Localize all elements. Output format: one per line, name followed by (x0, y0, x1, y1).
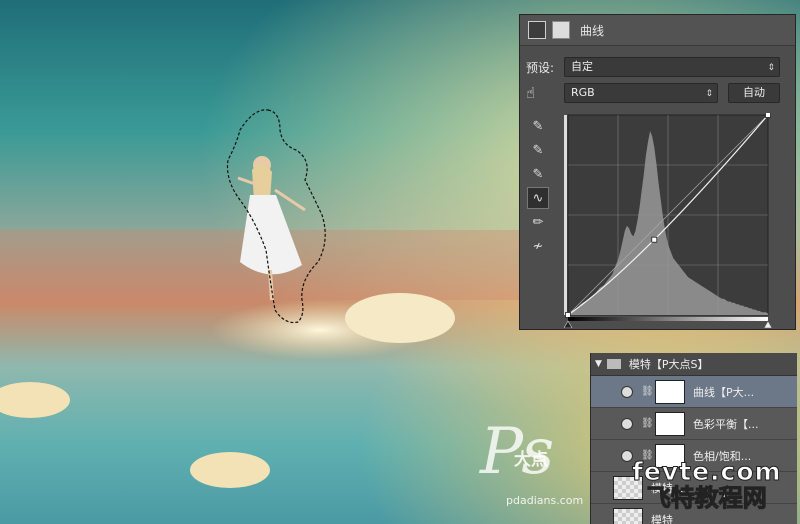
layer-group-row[interactable]: ▼ 模特【P大点S】 (591, 353, 797, 376)
logo-url: pdadians.com (506, 494, 584, 507)
site-watermark: fevte.com 飞特教程网 (632, 457, 782, 513)
layer-mask-thumbnail[interactable] (655, 411, 685, 436)
site-domain: fevte.com (632, 457, 782, 486)
targeted-adjustment-hand-icon[interactable]: ☝ (526, 84, 535, 102)
layer-name: 色彩平衡【... (693, 417, 759, 431)
curves-adjustment-icon[interactable] (528, 21, 546, 39)
panel-header: 曲线 (520, 15, 795, 46)
smooth-curve-icon[interactable]: ≁ (527, 235, 549, 257)
layer-name: 模特 (651, 513, 673, 524)
logo-cn-text: 大点 (514, 450, 548, 470)
hand-tool-row: ☝ (526, 83, 535, 103)
channel-select[interactable]: RGB ⇕ (564, 83, 718, 103)
curve-control-point (565, 312, 571, 318)
auto-button[interactable]: 自动 (728, 83, 780, 103)
layer-mask-thumbnail[interactable] (655, 379, 685, 404)
black-point-slider (564, 320, 573, 328)
folder-icon (606, 359, 621, 369)
curve-control-point (765, 113, 771, 118)
link-chain-icon[interactable]: ⛓ (641, 418, 654, 429)
curve-tools: ✎ ✎ ✎ ∿ ✏ ≁ (527, 115, 549, 259)
curves-graph[interactable] (564, 113, 772, 328)
preset-value: 自定 (571, 60, 593, 73)
channel-value: RGB (571, 86, 595, 99)
preset-label: 预设: (526, 60, 555, 75)
visibility-eye-icon[interactable] (621, 417, 633, 430)
cloud-puff (345, 293, 455, 343)
select-arrows-icon: ⇕ (705, 89, 713, 99)
site-name: 飞特教程网 (646, 484, 767, 512)
curve-point-tool-icon[interactable]: ∿ (527, 187, 549, 209)
preset-select[interactable]: 自定 ⇕ (564, 57, 780, 77)
black-point-eyedropper-icon[interactable]: ✎ (527, 115, 549, 137)
curves-properties-panel: 曲线 预设: 自定 ⇕ ☝ RGB ⇕ 自动 ✎ ✎ ✎ ∿ ✏ ≁ (519, 14, 796, 330)
preset-row: 预设: (526, 57, 554, 77)
panel-title: 曲线 (580, 23, 605, 38)
select-arrows-icon: ⇕ (767, 63, 775, 73)
group-name: 模特【P大点S】 (628, 358, 709, 371)
link-chain-icon[interactable]: ⛓ (641, 386, 654, 397)
layer-mask-icon[interactable] (552, 21, 570, 39)
white-point-slider (763, 320, 772, 328)
input-gradient-bar (568, 317, 768, 321)
group-expand-icon[interactable]: ▼ (595, 359, 602, 369)
white-point-eyedropper-icon[interactable]: ✎ (527, 163, 549, 185)
output-gradient-bar (564, 115, 567, 315)
cloud-bottom (190, 452, 270, 488)
auto-button-label: 自动 (743, 86, 765, 99)
gray-point-eyedropper-icon[interactable]: ✎ (527, 139, 549, 161)
curve-control-point (651, 236, 658, 243)
layer-row-color-balance[interactable]: ⛓ 色彩平衡【... (591, 408, 797, 440)
layer-row-curves[interactable]: ⛓ 曲线【P大... (591, 376, 797, 408)
pencil-tool-icon[interactable]: ✏ (527, 211, 549, 233)
layer-name: 曲线【P大... (693, 385, 755, 399)
visibility-eye-icon[interactable] (621, 385, 633, 398)
